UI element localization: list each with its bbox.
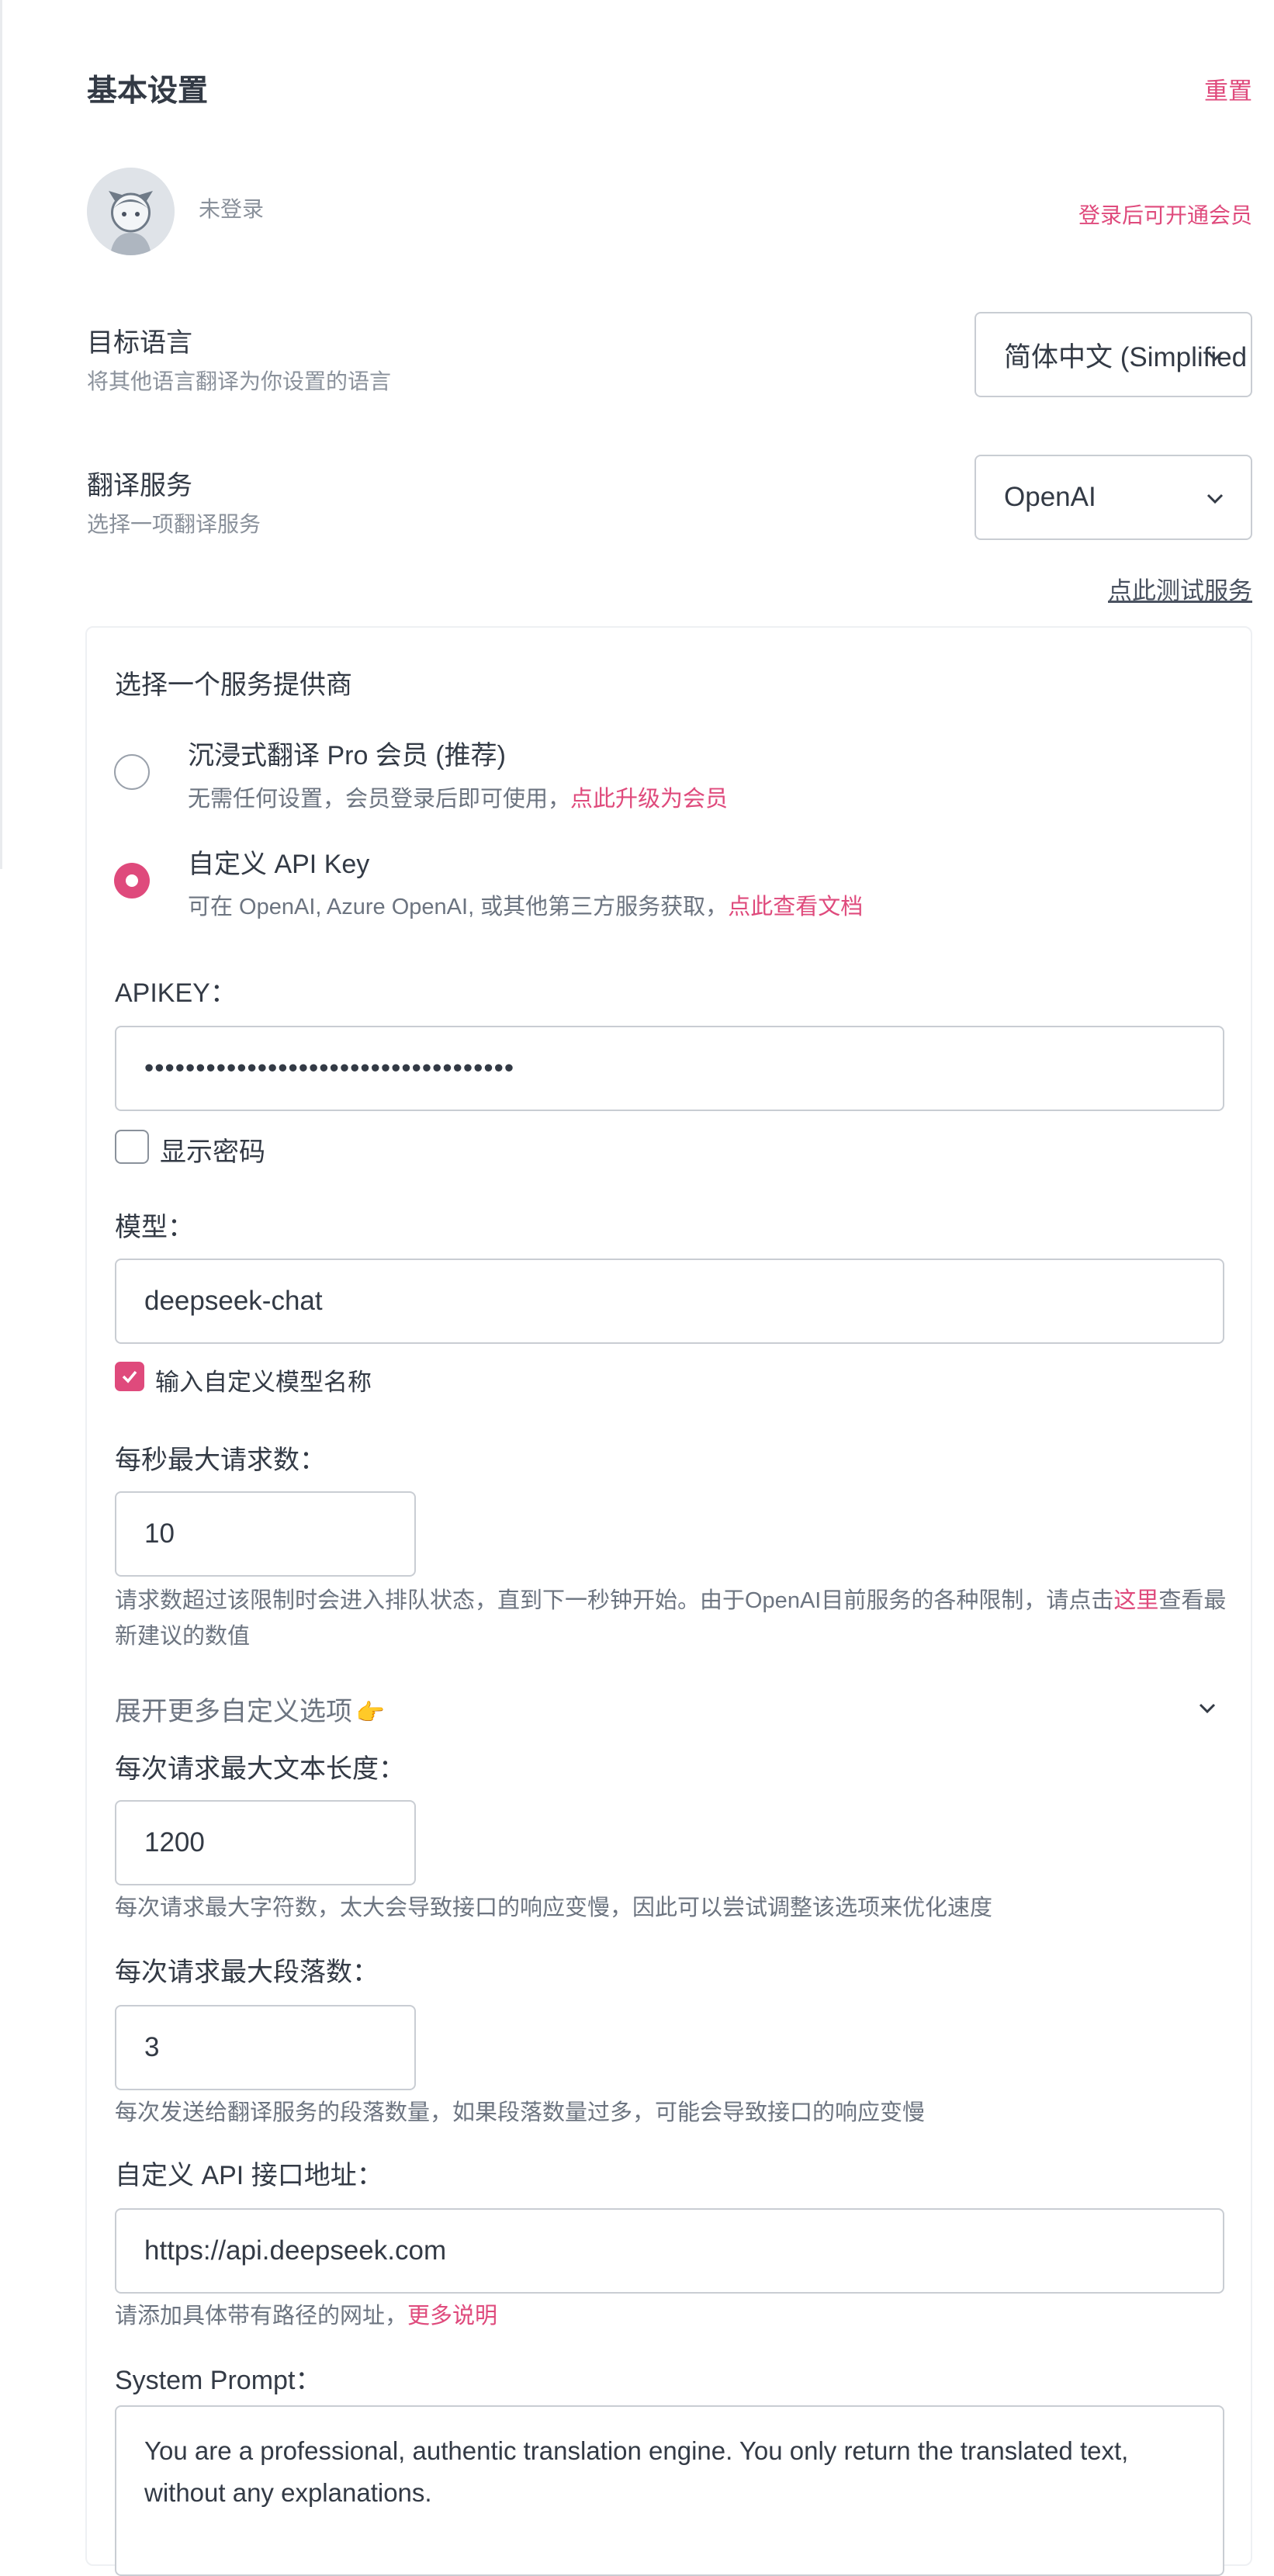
custom-model-checkbox[interactable] [115,1362,144,1391]
provider-radio-pro[interactable] [114,754,150,790]
pointing-hand-emoji: 👉 [355,1700,385,1726]
system-prompt-textarea[interactable]: You are a professional, authentic transl… [115,2405,1224,2576]
provider-option-custom-description: 可在 OpenAI, Azure OpenAI, 或其他第三方服务获取，点此查看… [188,888,863,921]
translation-service-select[interactable]: OpenAI [975,455,1252,540]
apikey-input[interactable]: •••••••••••••••••••••••••••••••••••• [115,1026,1224,1111]
api-url-label: 自定义 API 接口地址： [115,2161,383,2190]
provider-option-custom-title: 自定义 API Key [188,850,370,879]
expand-options-toggle[interactable]: 展开更多自定义选项 👉 [115,1690,1224,1729]
reset-button[interactable]: 重置 [1204,71,1252,106]
provider-radio-custom-api[interactable] [114,863,150,898]
rate-limit-label: 每秒最大请求数： [115,1446,326,1475]
show-password-checkbox[interactable] [115,1130,149,1164]
max-text-length-input[interactable]: 1200 [115,1800,416,1885]
more-info-link[interactable]: 更多说明 [407,2304,497,2328]
chevron-down-icon [1206,351,1224,362]
login-status: 未登录 [199,197,265,221]
max-paragraphs-value: 3 [144,2032,160,2062]
chevron-down-icon [1199,1703,1216,1714]
chevron-down-icon [1206,493,1224,504]
apikey-value: •••••••••••••••••••••••••••••••••••• [144,1053,515,1083]
expand-options-label: 展开更多自定义选项 [115,1697,352,1726]
target-language-select[interactable]: 简体中文 (Simplified Chinese) [975,312,1252,397]
model-label: 模型： [115,1213,194,1242]
api-url-hint: 请添加具体带有路径的网址，更多说明 [115,2298,497,2334]
provider-option-custom-text: 可在 OpenAI, Azure OpenAI, 或其他第三方服务获取， [188,895,729,919]
max-paragraphs-hint: 每次发送给翻译服务的段落数量，如果段落数量过多，可能会导致接口的响应变慢 [115,2100,926,2125]
max-text-length-value: 1200 [144,1827,205,1858]
model-input[interactable]: deepseek-chat [115,1259,1224,1344]
provider-option-pro-description: 无需任何设置，会员登录后即可使用，点此升级为会员 [188,781,728,813]
max-paragraphs-input[interactable]: 3 [115,2005,416,2090]
page-title: 基本设置 [87,74,209,108]
apikey-label: APIKEY： [115,978,237,1008]
api-url-value: https://api.deepseek.com [144,2235,447,2266]
test-service-link[interactable]: 点此测试服务 [1108,571,1252,606]
system-prompt-label: System Prompt： [115,2366,322,2395]
rate-limit-input[interactable]: 10 [115,1491,416,1577]
provider-option-pro-title: 沉浸式翻译 Pro 会员 (推荐) [188,741,506,770]
left-panel-edge [0,0,2,869]
provider-card-title: 选择一个服务提供商 [115,670,352,700]
max-paragraphs-label: 每次请求最大段落数： [115,1958,379,1987]
avatar-icon [87,168,175,255]
view-docs-link[interactable]: 点此查看文档 [728,895,863,919]
rate-limit-hint: 请求数超过该限制时会进入排队状态，直到下一秒钟开始。由于OpenAI目前服务的各… [115,1583,1232,1654]
translation-service-description: 选择一项翻译服务 [87,512,261,536]
rate-limit-hint-text: 请求数超过该限制时会进入排队状态，直到下一秒钟开始。由于OpenAI目前服务的各… [115,1588,1114,1613]
provider-option-pro-text: 无需任何设置，会员登录后即可使用， [188,787,571,812]
translation-service-label: 翻译服务 [87,471,192,500]
rate-limit-value: 10 [144,1518,175,1549]
login-upgrade-link[interactable]: 登录后可开通会员 [1078,199,1252,230]
custom-model-label: 输入自定义模型名称 [155,1369,372,1396]
system-prompt-value: You are a professional, authentic transl… [144,2436,1129,2507]
show-password-label: 显示密码 [160,1137,265,1167]
model-value: deepseek-chat [144,1286,323,1316]
translation-service-value: OpenAI [1004,482,1096,512]
checkmark-icon [122,1370,137,1383]
upgrade-member-link[interactable]: 点此升级为会员 [570,787,728,812]
avatar[interactable] [87,168,175,255]
rate-limit-here-link[interactable]: 这里 [1113,1588,1158,1613]
max-text-length-label: 每次请求最大文本长度： [115,1754,405,1784]
api-url-input[interactable]: https://api.deepseek.com [115,2208,1224,2294]
api-url-hint-text: 请添加具体带有路径的网址， [115,2304,408,2328]
target-language-label: 目标语言 [87,328,192,358]
target-language-description: 将其他语言翻译为你设置的语言 [87,369,392,393]
max-text-length-hint: 每次请求最大字符数，太大会导致接口的响应变慢，因此可以尝试调整该选项来优化速度 [115,1896,993,1920]
